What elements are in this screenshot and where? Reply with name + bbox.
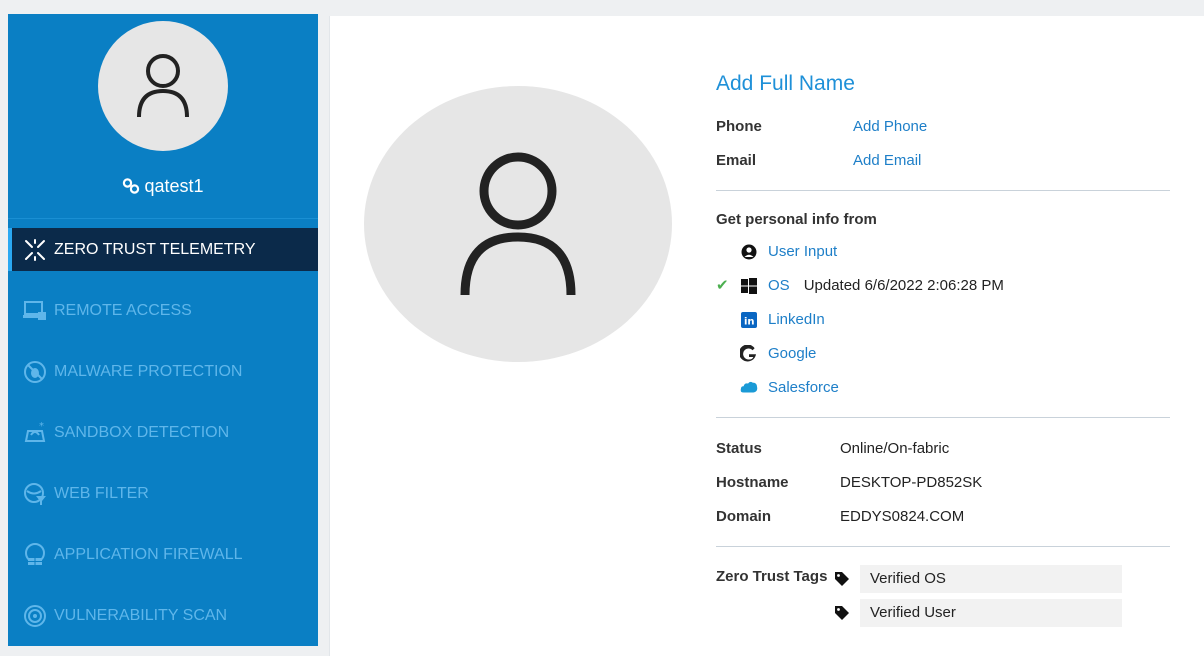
domain-value: EDDYS0824.COM	[840, 508, 965, 525]
sidebar: qatest1 ZERO TRUST TELEMETRY REMOTE ACCE…	[8, 14, 318, 646]
malware-icon	[22, 359, 48, 385]
sidebar-item-web-filter[interactable]: WEB FILTER	[8, 472, 318, 515]
email-label: Email	[716, 152, 757, 169]
username-label: qatest1	[144, 176, 204, 196]
email-row: Email Add Email	[716, 148, 1170, 174]
source-google[interactable]: Google	[716, 341, 1170, 367]
source-label: LinkedIn	[768, 311, 825, 328]
full-name-link[interactable]: Add Full Name	[716, 72, 1170, 100]
tag-item: Verified User	[834, 599, 1122, 627]
sidebar-item-vulnerability-scan[interactable]: VULNERABILITY SCAN	[8, 594, 318, 637]
sidebar-item-label: APPLICATION FIREWALL	[54, 546, 243, 563]
checkmark-icon: ✔	[716, 277, 729, 294]
remote-access-icon	[22, 298, 48, 324]
divider	[716, 417, 1170, 418]
sources-title: Get personal info from	[716, 211, 877, 228]
person-icon	[460, 152, 576, 296]
hostname-label: Hostname	[716, 474, 789, 491]
phone-row: Phone Add Phone	[716, 114, 1170, 140]
source-salesforce[interactable]: Salesforce	[716, 375, 1170, 401]
sidebar-item-label: REMOTE ACCESS	[54, 302, 192, 319]
google-icon	[740, 345, 758, 363]
sidebar-item-label: MALWARE PROTECTION	[54, 363, 243, 380]
domain-row: Domain EDDYS0824.COM	[716, 504, 1170, 530]
tag-icon	[834, 571, 860, 587]
linkedin-icon: in	[740, 311, 758, 329]
status-label: Status	[716, 440, 762, 457]
domain-label: Domain	[716, 508, 772, 525]
divider	[716, 546, 1170, 547]
tag-item: Verified OS	[834, 565, 1122, 593]
telemetry-icon	[22, 237, 48, 263]
person-icon	[137, 54, 189, 118]
sidebar-item-remote-access[interactable]: REMOTE ACCESS	[8, 289, 318, 332]
tag-label: Verified User	[860, 599, 1122, 627]
hostname-row: Hostname DESKTOP-PD852SK	[716, 470, 1170, 496]
sidebar-item-label: SANDBOX DETECTION	[54, 424, 230, 441]
os-updated-time: Updated 6/6/2022 2:06:28 PM	[803, 277, 1004, 294]
add-email-link[interactable]: Add Email	[853, 148, 921, 174]
source-label: Google	[768, 345, 817, 362]
divider	[716, 190, 1170, 191]
sidebar-item-sandbox-detection[interactable]: * SANDBOX DETECTION	[8, 411, 318, 454]
source-label: Salesforce	[768, 379, 839, 396]
svg-text:in: in	[744, 317, 755, 328]
link-icon	[123, 178, 140, 194]
tag-list: Verified OS Verified User	[834, 565, 1122, 633]
add-phone-link[interactable]: Add Phone	[853, 114, 927, 140]
zero-trust-tags: Zero Trust Tags Verified OS Verified Use…	[716, 565, 1170, 633]
sidebar-divider	[8, 218, 318, 219]
source-os[interactable]: ✔ OS Updated 6/6/2022 2:06:28 PM	[716, 273, 1170, 299]
sandbox-icon: *	[22, 420, 48, 446]
sidebar-item-application-firewall[interactable]: APPLICATION FIREWALL	[8, 533, 318, 576]
profile-panel: Add Full Name Phone Add Phone Email Add …	[329, 16, 1204, 656]
sidebar-item-label: WEB FILTER	[54, 485, 149, 502]
tag-label: Verified OS	[860, 565, 1122, 593]
salesforce-icon	[740, 379, 758, 397]
username: qatest1	[8, 176, 318, 197]
status-row: Status Online/On-fabric	[716, 436, 1170, 462]
sidebar-item-label: ZERO TRUST TELEMETRY	[54, 241, 256, 258]
profile-details: Add Full Name Phone Add Phone Email Add …	[716, 72, 1170, 633]
status-value: Online/On-fabric	[840, 440, 950, 457]
tags-label: Zero Trust Tags	[716, 568, 828, 585]
windows-icon	[740, 277, 758, 295]
user-avatar[interactable]	[98, 21, 228, 151]
source-linkedin[interactable]: in LinkedIn	[716, 307, 1170, 333]
tag-icon	[834, 605, 860, 621]
svg-text:*: *	[39, 421, 44, 432]
sidebar-item-label: VULNERABILITY SCAN	[54, 607, 228, 624]
sidebar-item-zero-trust-telemetry[interactable]: ZERO TRUST TELEMETRY	[8, 228, 318, 271]
sidebar-item-malware-protection[interactable]: MALWARE PROTECTION	[8, 350, 318, 393]
web-filter-icon	[22, 481, 48, 507]
profile-avatar[interactable]	[364, 86, 672, 362]
hostname-value: DESKTOP-PD852SK	[840, 474, 983, 491]
source-user-input[interactable]: User Input	[716, 239, 1170, 265]
phone-label: Phone	[716, 118, 762, 135]
source-label: User Input	[768, 243, 838, 260]
source-label: OS	[768, 277, 790, 294]
sidebar-nav: ZERO TRUST TELEMETRY REMOTE ACCESS MALWA…	[8, 228, 318, 646]
app-firewall-icon	[22, 542, 48, 568]
vuln-scan-icon	[22, 603, 48, 629]
user-input-icon	[740, 243, 758, 261]
